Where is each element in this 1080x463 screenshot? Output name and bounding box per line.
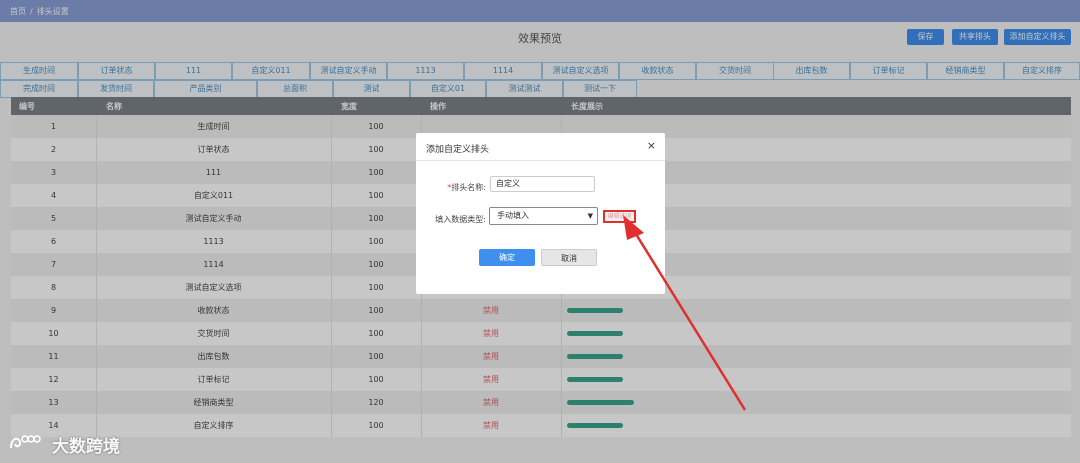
arrow-shaft	[629, 225, 747, 411]
watermark-text: 大数跨境	[52, 437, 120, 457]
annotation-arrow	[623, 215, 747, 411]
watermark-logo-icon	[10, 435, 41, 449]
arrow-head	[623, 215, 644, 240]
